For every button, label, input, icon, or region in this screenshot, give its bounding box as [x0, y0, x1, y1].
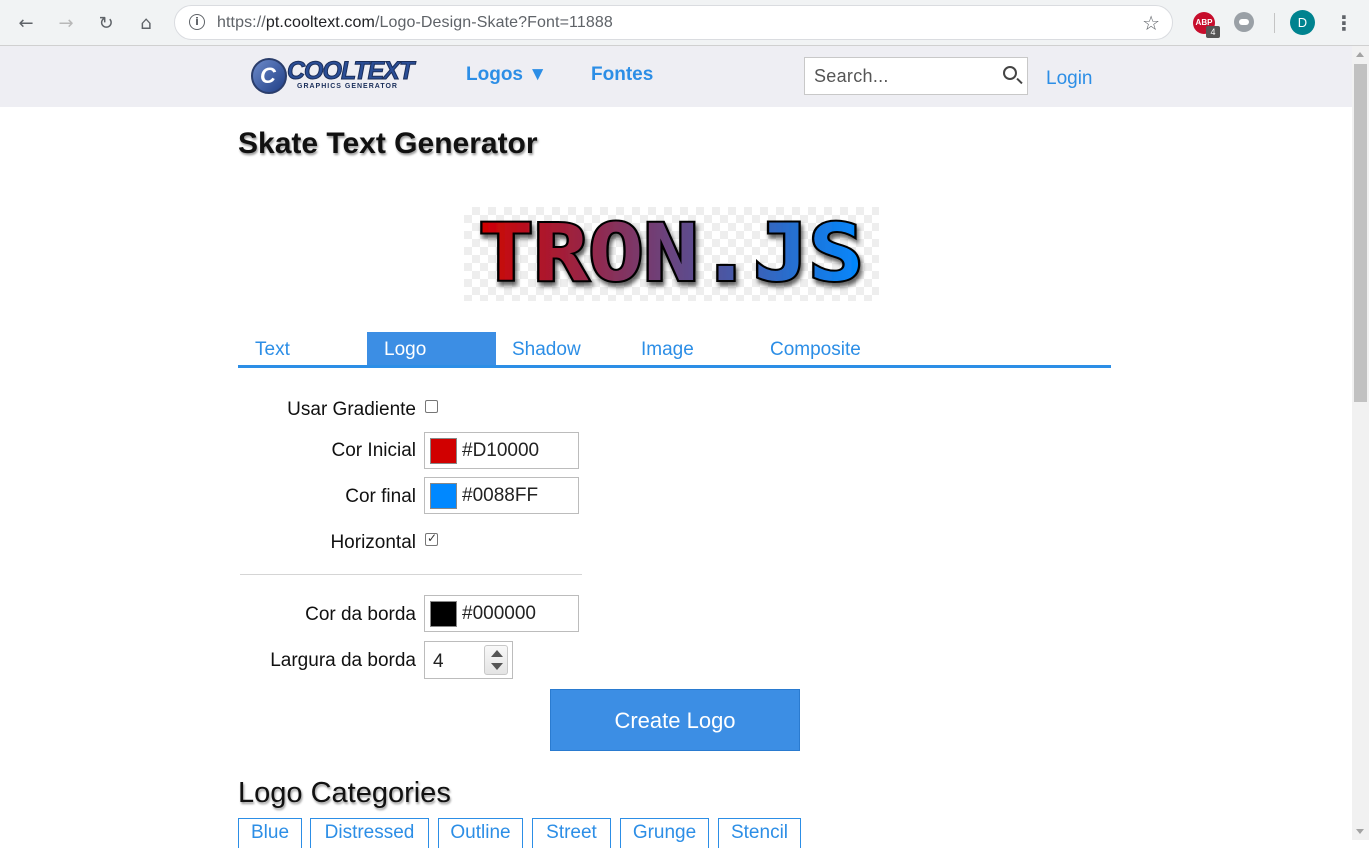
border-color-value: #000000: [462, 603, 536, 624]
page-scrollbar[interactable]: [1352, 46, 1369, 840]
category-grunge[interactable]: Grunge: [620, 818, 709, 848]
gradient-label: Usar Gradiente: [287, 399, 416, 420]
url-host: pt.cooltext.com: [265, 14, 375, 31]
create-logo-button[interactable]: Create Logo: [550, 689, 800, 751]
toolbar-separator: [1274, 13, 1275, 33]
stepper-arrows[interactable]: [484, 645, 508, 675]
tab-shadow[interactable]: Shadow: [495, 332, 624, 365]
search-placeholder: Search...: [814, 66, 889, 86]
adblock-count-badge: 4: [1206, 26, 1220, 38]
tab-image[interactable]: Image: [624, 332, 753, 365]
nav-logos-dropdown[interactable]: Logos ▼: [466, 64, 547, 86]
horizontal-label: Horizontal: [330, 532, 416, 553]
browser-menu-icon[interactable]: ⋮: [1334, 9, 1354, 37]
stepper-up-icon[interactable]: [491, 650, 503, 657]
border-color-swatch[interactable]: [430, 601, 457, 627]
site-info-icon[interactable]: i: [189, 14, 205, 30]
tab-text[interactable]: Text: [238, 332, 367, 365]
start-color-value: #D10000: [462, 440, 540, 461]
logo-categories-title: Logo Categories: [238, 777, 451, 809]
logo-mark-icon: C: [251, 58, 287, 94]
tab-logo[interactable]: Logo: [367, 332, 496, 365]
forward-icon[interactable]: →: [52, 9, 80, 37]
logo-mark-letter: C: [260, 63, 276, 88]
editor-tabs: Text Logo Shadow Image Composite: [238, 332, 1111, 368]
bookmark-star-icon[interactable]: ☆: [1142, 11, 1160, 35]
scrollbar-thumb[interactable]: [1354, 64, 1367, 402]
profile-avatar[interactable]: D: [1290, 10, 1315, 35]
gradient-checkbox[interactable]: [425, 400, 438, 413]
horizontal-checkbox[interactable]: [425, 531, 438, 546]
category-street[interactable]: Street: [532, 818, 611, 848]
back-icon[interactable]: ←: [12, 9, 40, 37]
browser-toolbar: ← → ↻ ⌂ i https://pt.cooltext.com/Logo-D…: [0, 0, 1369, 46]
category-stencil[interactable]: Stencil: [718, 818, 801, 848]
border-color-label: Cor da borda: [305, 604, 416, 625]
border-width-value: 4: [433, 651, 444, 672]
logo-preview-image: TRON.JS: [464, 207, 879, 301]
site-header: C COOLTEXT GRAPHICS GENERATOR Logos ▼ Fo…: [0, 46, 1352, 107]
border-width-stepper[interactable]: 4: [424, 641, 513, 679]
address-url[interactable]: https://pt.cooltext.com/Logo-Design-Skat…: [217, 14, 613, 32]
tab-composite[interactable]: Composite: [753, 332, 882, 365]
search-icon[interactable]: [1003, 66, 1017, 80]
end-color-swatch[interactable]: [430, 483, 457, 509]
address-bar[interactable]: i https://pt.cooltext.com/Logo-Design-Sk…: [174, 5, 1173, 40]
nav-fonts[interactable]: Fontes: [591, 64, 653, 86]
start-color-picker[interactable]: #D10000: [424, 432, 579, 469]
reload-icon[interactable]: ↻: [92, 9, 120, 37]
url-prefix: https://: [217, 14, 266, 31]
category-distressed[interactable]: Distressed: [310, 818, 429, 848]
start-color-label: Cor Inicial: [331, 440, 416, 461]
login-link[interactable]: Login: [1046, 68, 1093, 90]
border-color-picker[interactable]: #000000: [424, 595, 579, 632]
discord-extension-icon[interactable]: [1234, 12, 1254, 32]
page-title: Skate Text Generator: [238, 127, 538, 160]
preview-logo-text: TRON.JS: [479, 209, 864, 299]
cooltext-logo[interactable]: C COOLTEXT GRAPHICS GENERATOR: [251, 56, 426, 96]
home-icon[interactable]: ⌂: [132, 9, 160, 37]
search-input[interactable]: Search...: [804, 57, 1028, 95]
scroll-up-icon[interactable]: [1356, 52, 1364, 57]
url-path: /Logo-Design-Skate?Font=11888: [374, 14, 613, 31]
form-divider: [240, 574, 582, 575]
border-width-label: Largura da borda: [270, 650, 416, 671]
end-color-value: #0088FF: [462, 485, 539, 506]
category-outline[interactable]: Outline: [438, 818, 523, 848]
end-color-label: Cor final: [345, 486, 416, 507]
end-color-picker[interactable]: #0088FF: [424, 477, 579, 514]
logo-wordmark: COOLTEXT: [286, 57, 414, 86]
category-blue[interactable]: Blue: [238, 818, 302, 848]
stepper-down-icon[interactable]: [491, 663, 503, 670]
scroll-down-icon[interactable]: [1356, 829, 1364, 834]
start-color-swatch[interactable]: [430, 438, 457, 464]
logo-tagline: GRAPHICS GENERATOR: [297, 83, 398, 90]
